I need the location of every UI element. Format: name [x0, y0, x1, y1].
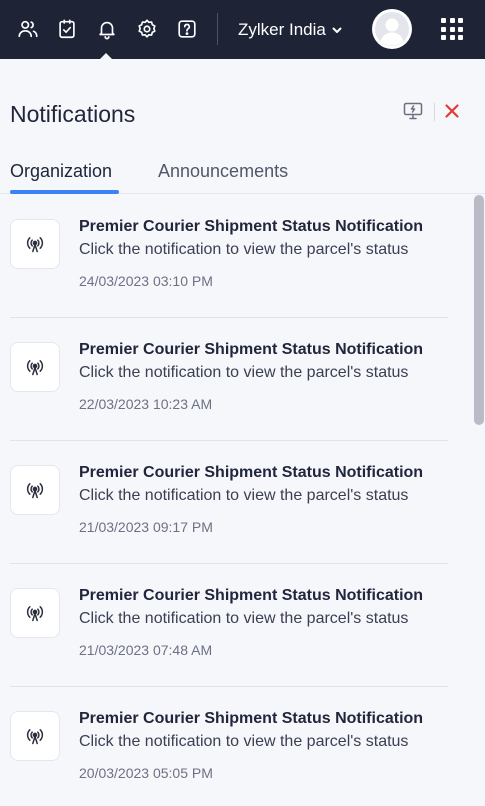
header-divider [434, 103, 435, 121]
notification-title: Premier Courier Shipment Status Notifica… [79, 341, 424, 358]
notification-item[interactable]: Premier Courier Shipment Status Notifica… [10, 564, 448, 687]
broadcast-icon [10, 342, 60, 392]
notification-timestamp: 22/03/2023 10:23 AM [79, 396, 213, 412]
scrollbar[interactable] [473, 195, 485, 806]
broadcast-icon [10, 219, 60, 269]
notification-description: Click the notification to view the parce… [79, 487, 409, 504]
tab-organization[interactable]: Organization [10, 161, 112, 182]
notification-item[interactable]: Premier Courier Shipment Status Notifica… [10, 687, 448, 806]
top-bar: Zylker India [0, 0, 485, 60]
notification-title: Premier Courier Shipment Status Notifica… [79, 710, 424, 727]
close-icon[interactable] [441, 100, 463, 122]
broadcast-icon [10, 465, 60, 515]
notification-timestamp: 20/03/2023 05:05 PM [79, 765, 213, 781]
app-grid-icon[interactable] [441, 18, 463, 40]
notification-list: Premier Courier Shipment Status Notifica… [0, 195, 472, 806]
notification-title: Premier Courier Shipment Status Notifica… [79, 218, 424, 235]
broadcast-icon [10, 711, 60, 761]
page-title: Notifications [10, 101, 136, 127]
topbar-divider [217, 13, 218, 45]
notification-timestamp: 21/03/2023 09:17 PM [79, 519, 213, 535]
notification-item[interactable]: Premier Courier Shipment Status Notifica… [10, 195, 448, 318]
monitor-icon[interactable] [402, 100, 424, 122]
notification-timestamp: 21/03/2023 07:48 AM [79, 642, 213, 658]
organization-switcher[interactable]: Zylker India [238, 18, 343, 42]
tasks-icon[interactable] [52, 14, 82, 44]
notification-tabs: Organization Announcements [0, 150, 485, 194]
tab-announcements[interactable]: Announcements [158, 161, 288, 182]
bell-icon[interactable] [92, 14, 122, 44]
notification-timestamp: 24/03/2023 03:10 PM [79, 273, 213, 289]
chevron-down-icon [332, 27, 342, 33]
active-tab-indicator [10, 190, 119, 194]
notification-item[interactable]: Premier Courier Shipment Status Notifica… [10, 318, 448, 441]
avatar[interactable] [372, 9, 412, 49]
notification-title: Premier Courier Shipment Status Notifica… [79, 587, 424, 604]
broadcast-icon [10, 588, 60, 638]
notification-description: Click the notification to view the parce… [79, 733, 409, 750]
scrollbar-thumb[interactable] [474, 195, 484, 425]
notification-item[interactable]: Premier Courier Shipment Status Notifica… [10, 441, 448, 564]
notification-description: Click the notification to view the parce… [79, 364, 409, 381]
help-icon[interactable] [172, 14, 202, 44]
notification-title: Premier Courier Shipment Status Notifica… [79, 464, 424, 481]
organization-name: Zylker India [238, 20, 326, 39]
bell-pointer [99, 53, 113, 60]
settings-icon[interactable] [132, 14, 162, 44]
user-avatar-icon [373, 10, 411, 48]
notification-description: Click the notification to view the parce… [79, 241, 409, 258]
notification-description: Click the notification to view the parce… [79, 610, 409, 627]
users-icon[interactable] [13, 14, 43, 44]
